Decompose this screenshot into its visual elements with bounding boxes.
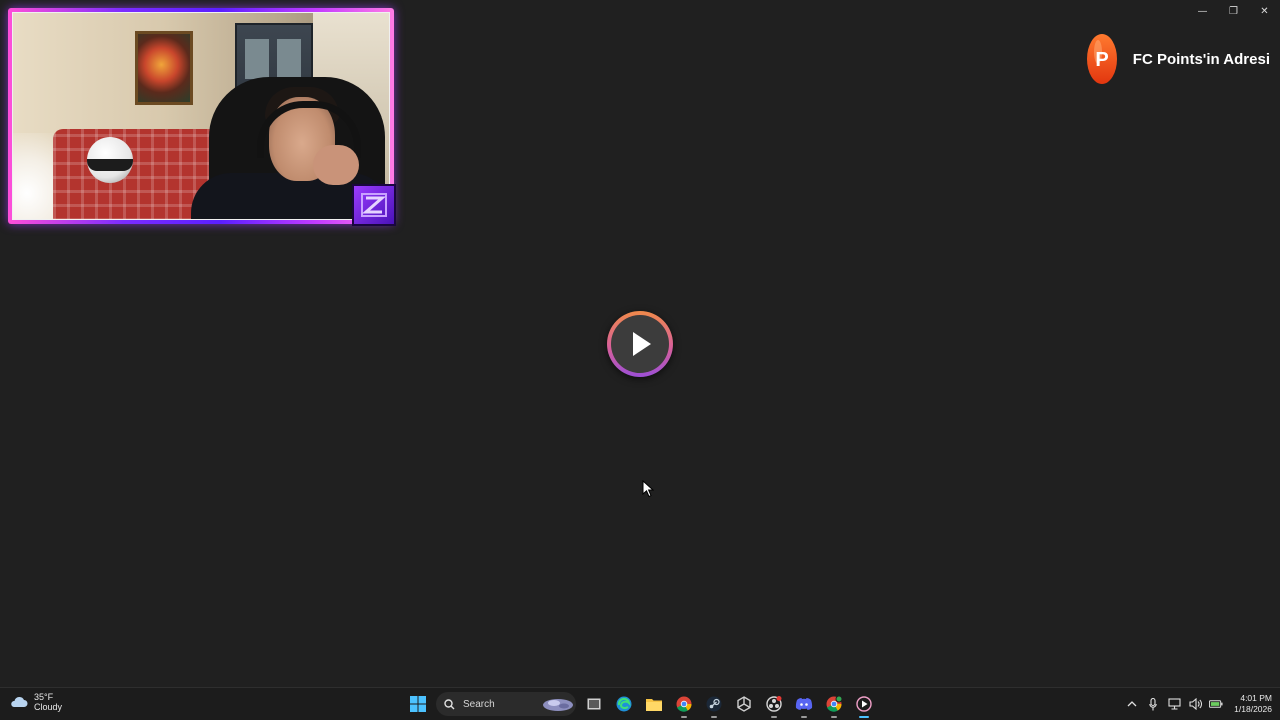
webcam-overlay	[8, 8, 396, 226]
start-button[interactable]	[406, 692, 430, 716]
clock-time: 4:01 PM	[1240, 693, 1272, 703]
chevron-up-icon	[1127, 701, 1137, 707]
tray-overflow-button[interactable]	[1125, 697, 1139, 711]
play-button[interactable]	[607, 311, 673, 377]
sponsor-logo-icon: P	[1086, 34, 1117, 84]
obs-icon	[766, 696, 782, 712]
taskbar-apps: Search	[406, 691, 876, 718]
chrome-icon	[676, 696, 692, 712]
tray-battery[interactable]	[1209, 697, 1223, 711]
streamer-logo-badge	[352, 184, 396, 226]
taskbar-obs[interactable]	[762, 692, 786, 718]
chrome-profile-icon	[826, 696, 842, 712]
search-icon	[444, 698, 455, 709]
minimize-button[interactable]: —	[1187, 0, 1218, 22]
tray-network[interactable]	[1167, 697, 1181, 711]
weather-temperature: 35°F	[34, 692, 54, 702]
tray-volume[interactable]	[1188, 697, 1202, 711]
weather-condition: Cloudy	[34, 702, 63, 712]
taskbar-chrome[interactable]	[672, 692, 696, 718]
steam-icon	[706, 696, 722, 712]
sponsor-brand: P FC Points'in Adresi	[1085, 32, 1270, 86]
taskbar: 35°F Cloudy Search 4:01 PM 1/18/2026	[0, 687, 1280, 720]
webcam-video	[12, 12, 390, 220]
microphone-icon	[1149, 697, 1157, 710]
tray-microphone[interactable]	[1146, 697, 1160, 711]
task-view-icon	[587, 698, 601, 710]
window-controls: — ❐ ✕	[1187, 0, 1280, 22]
webcam-person-hand	[313, 145, 359, 185]
battery-icon	[1209, 700, 1223, 708]
clock-date: 1/18/2026	[1234, 704, 1272, 714]
taskbar-file-explorer[interactable]	[642, 692, 666, 716]
unity-icon	[737, 696, 751, 712]
taskbar-edge[interactable]	[612, 692, 636, 716]
taskbar-clock[interactable]: 4:01 PM 1/18/2026	[1234, 693, 1272, 715]
taskbar-unity[interactable]	[732, 692, 756, 716]
media-player-icon	[856, 696, 872, 712]
svg-text:P: P	[1095, 49, 1108, 71]
taskbar-media-player[interactable]	[852, 692, 876, 718]
system-tray: 4:01 PM 1/18/2026	[1125, 691, 1272, 717]
close-button[interactable]: ✕	[1249, 0, 1280, 22]
discord-icon	[795, 698, 813, 710]
search-highlight-icon	[543, 699, 573, 711]
weather-widget[interactable]: 35°F Cloudy	[10, 692, 62, 712]
file-explorer-icon	[646, 699, 662, 711]
speaker-icon	[1189, 698, 1202, 710]
taskbar-discord[interactable]	[792, 692, 816, 718]
edge-icon	[616, 696, 632, 712]
streamer-logo-icon	[361, 193, 387, 217]
cloud-icon	[11, 696, 28, 707]
task-view-button[interactable]	[582, 692, 606, 716]
mouse-cursor-icon	[642, 480, 654, 498]
play-icon	[633, 332, 651, 356]
taskbar-search[interactable]: Search	[436, 692, 576, 716]
restore-button[interactable]: ❐	[1218, 0, 1249, 22]
taskbar-steam[interactable]	[702, 692, 726, 718]
network-icon	[1168, 698, 1181, 710]
taskbar-chrome-profile[interactable]	[822, 692, 846, 718]
sponsor-name: FC Points'in Adresi	[1132, 50, 1270, 68]
search-placeholder: Search	[463, 698, 495, 710]
webcam-painting	[135, 31, 193, 105]
start-icon	[410, 696, 426, 712]
